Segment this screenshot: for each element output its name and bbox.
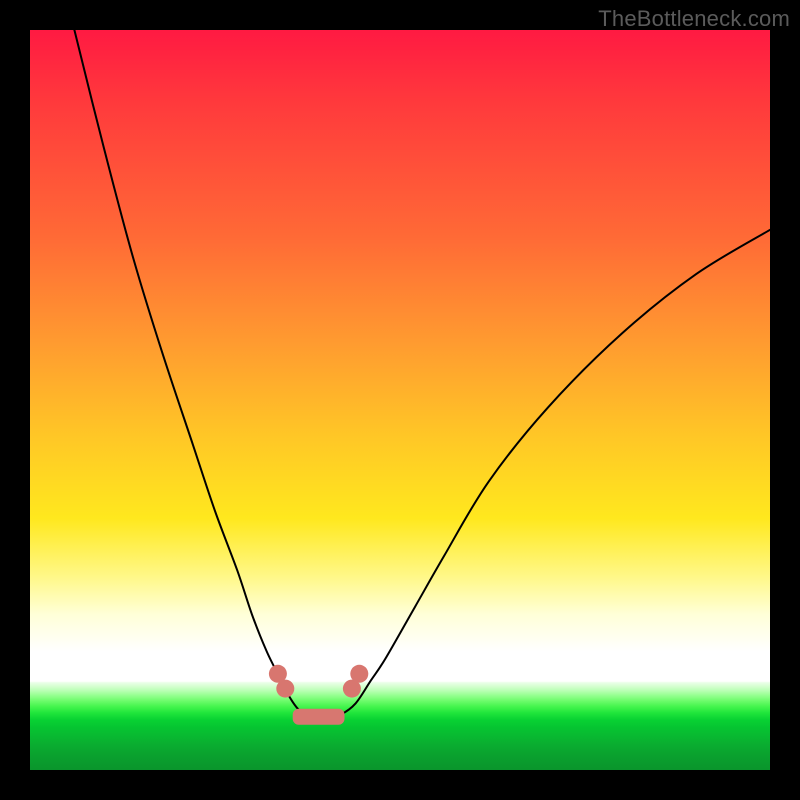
marker-bottom-band <box>293 709 345 725</box>
watermark-text: TheBottleneck.com <box>598 6 790 32</box>
bottleneck-curve-right <box>326 230 770 718</box>
curve-layer <box>30 30 770 770</box>
chart-frame: TheBottleneck.com <box>0 0 800 800</box>
plot-area <box>30 30 770 770</box>
marker-dot <box>276 680 294 698</box>
marker-group <box>269 665 368 725</box>
bottleneck-curve-left <box>74 30 326 718</box>
marker-dot <box>350 665 368 683</box>
